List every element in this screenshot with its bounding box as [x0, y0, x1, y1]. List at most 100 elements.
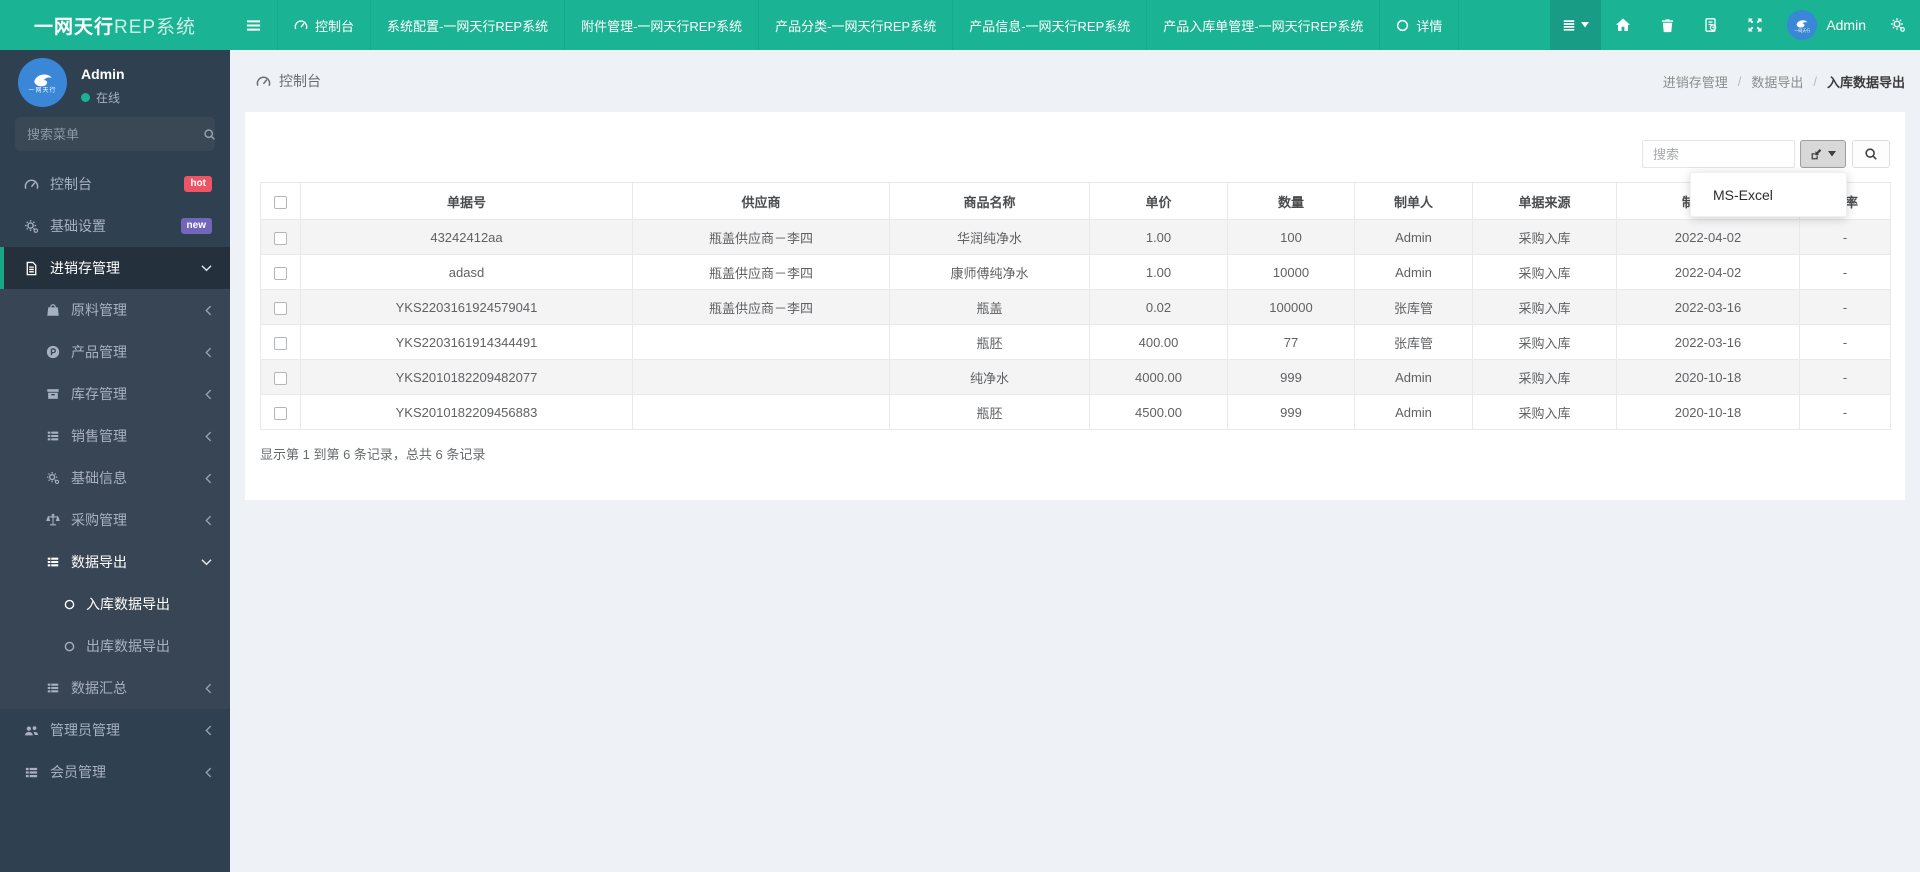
cell-order-no: YKS2203161924579041: [300, 289, 633, 325]
refresh-icon-button[interactable]: [1689, 0, 1733, 50]
table-search-button[interactable]: [1852, 140, 1890, 168]
sidebar-item-purchasing-mgmt[interactable]: 采购管理: [0, 499, 230, 541]
table-search-input[interactable]: [1642, 140, 1795, 168]
sidebar-item-sales-mgmt[interactable]: 销售管理: [0, 415, 230, 457]
cell-product-name: 纯净水: [889, 359, 1090, 395]
tab-label: 详情: [1416, 18, 1443, 34]
topbar-username: Admin: [1826, 17, 1866, 33]
row-checkbox[interactable]: [274, 266, 287, 280]
cell-tax-rate: -: [1799, 394, 1891, 430]
row-checkbox[interactable]: [274, 406, 287, 420]
sidebar-item-product-mgmt[interactable]: 产品管理: [0, 331, 230, 373]
tab-system-config[interactable]: 系统配置-一网天行REP系统: [371, 0, 566, 50]
tab-product-info[interactable]: 产品信息-一网天行REP系统: [953, 0, 1148, 50]
row-checkbox[interactable]: [274, 336, 287, 350]
sidebar-item-label: 进销存管理: [50, 260, 120, 276]
chevron-left-icon: [205, 473, 212, 484]
list-icon: [1562, 18, 1576, 32]
cell-product-name: 华润纯净水: [889, 219, 1090, 255]
table-row[interactable]: YKS2203161924579041 瓶盖供应商－李四 瓶盖 0.02 100…: [260, 289, 1891, 325]
content-panel: MS-Excel 单据号 供应商 商品名称 单价 数量 制单人 单据来源 制单日…: [245, 112, 1905, 500]
export-button[interactable]: [1800, 140, 1846, 168]
sidebar-item-basic-settings[interactable]: 基础设置 new: [0, 205, 230, 247]
online-status-label: 在线: [96, 91, 121, 105]
sidebar-item-label: 销售管理: [71, 428, 127, 444]
menu-toggle-button[interactable]: [230, 0, 278, 50]
chevron-down-icon: [201, 264, 212, 272]
cell-order-source: 采购入库: [1472, 359, 1617, 395]
sidebar-item-outbound-data-export[interactable]: 出库数据导出: [0, 625, 230, 667]
sidebar-item-label: 数据导出: [71, 554, 127, 570]
cell-order-date: 2020-10-18: [1616, 359, 1800, 395]
brand-logo[interactable]: 一网天行 REP系统: [0, 0, 230, 50]
tab-inbound-orders[interactable]: 产品入库单管理-一网天行REP系统: [1147, 0, 1381, 50]
cell-tax-rate: -: [1799, 289, 1891, 325]
sidebar-item-stock-mgmt[interactable]: 库存管理: [0, 373, 230, 415]
tab-attachments[interactable]: 附件管理-一网天行REP系统: [565, 0, 760, 50]
search-icon[interactable]: [203, 128, 216, 141]
cell-creator: 张库管: [1354, 324, 1473, 360]
row-checkbox[interactable]: [274, 301, 287, 315]
cell-order-no: YKS2203161914344491: [300, 324, 633, 360]
fullscreen-icon-button[interactable]: [1733, 0, 1777, 50]
cell-quantity: 999: [1227, 359, 1355, 395]
cogs-icon: [46, 471, 60, 485]
select-all-checkbox[interactable]: [274, 195, 287, 209]
cell-order-no: YKS2010182209482077: [300, 359, 633, 395]
top-navbar: 一网天行 REP系统 控制台 系统配置-一网天行REP系统 附件管理-一网天行RE…: [0, 0, 1920, 50]
dashboard-icon: [256, 74, 271, 89]
tab-product-category[interactable]: 产品分类-一网天行REP系统: [759, 0, 954, 50]
chevron-left-icon: [205, 767, 212, 778]
tab-console[interactable]: 控制台: [278, 0, 372, 50]
col-header-quantity: 数量: [1227, 182, 1355, 220]
col-header-product-name: 商品名称: [889, 182, 1090, 220]
sidebar-item-inbound-data-export[interactable]: 入库数据导出: [0, 583, 230, 625]
trash-icon-button[interactable]: [1645, 0, 1689, 50]
cell-quantity: 100000: [1227, 289, 1355, 325]
menu-search-input[interactable]: [27, 126, 203, 142]
archive-box-icon: [46, 387, 60, 401]
cell-tax-rate: -: [1799, 359, 1891, 395]
table-row[interactable]: 43242412aa 瓶盖供应商－李四 华润纯净水 1.00 100 Admin…: [260, 219, 1891, 255]
sidebar-item-admin-mgmt[interactable]: 管理员管理: [0, 709, 230, 751]
sidebar-item-inventory-mgmt[interactable]: 进销存管理: [0, 247, 230, 289]
caret-down-icon: [1828, 151, 1836, 157]
export-option-ms-excel[interactable]: MS-Excel: [1713, 187, 1773, 203]
sidebar-item-console[interactable]: 控制台 hot: [0, 163, 230, 205]
breadcrumb-link[interactable]: 数据导出: [1751, 72, 1803, 91]
table-row[interactable]: YKS2010182209456883 瓶胚 4500.00 999 Admin…: [260, 394, 1891, 430]
cell-order-source: 采购入库: [1472, 394, 1617, 430]
window-list-button[interactable]: [1550, 0, 1602, 50]
table-row[interactable]: YKS2010182209482077 纯净水 4000.00 999 Admi…: [260, 359, 1891, 395]
settings-icon-button[interactable]: [1876, 0, 1920, 50]
table-row[interactable]: YKS2203161914344491 瓶胚 400.00 77 张库管 采购入…: [260, 324, 1891, 360]
sidebar-item-basic-info[interactable]: 基础信息: [0, 457, 230, 499]
row-checkbox[interactable]: [274, 231, 287, 245]
chevron-left-icon: [205, 431, 212, 442]
chevron-left-icon: [205, 683, 212, 694]
inventory-submenu: 原料管理 产品管理 库存管理 销售管理 基础信息 采购管理 数据导出 入库数据导…: [0, 289, 230, 709]
breadcrumb-link[interactable]: 进销存管理: [1663, 72, 1728, 91]
breadcrumb-page[interactable]: 控制台: [256, 71, 321, 91]
tab-label: 产品分类-一网天行REP系统: [775, 18, 937, 34]
cell-order-date: 2022-03-16: [1616, 289, 1800, 325]
sidebar-profile[interactable]: 一网天行 Admin 在线: [0, 50, 230, 107]
sidebar-item-data-summary[interactable]: 数据汇总: [0, 667, 230, 709]
row-checkbox[interactable]: [274, 371, 287, 385]
cell-creator: 张库管: [1354, 289, 1473, 325]
cell-supplier: [632, 324, 890, 360]
table-header-row: 单据号 供应商 商品名称 单价 数量 制单人 单据来源 制单日期 税率: [260, 182, 1891, 220]
tab-details[interactable]: 详情: [1380, 0, 1460, 50]
sidebar-item-member-mgmt[interactable]: 会员管理: [0, 751, 230, 793]
sidebar-item-label: 管理员管理: [50, 722, 120, 738]
sidebar-item-data-export[interactable]: 数据导出: [0, 541, 230, 583]
cell-supplier: [632, 394, 890, 430]
topbar-user-menu[interactable]: 一网天行 Admin: [1777, 0, 1876, 50]
dashboard-icon: [294, 18, 308, 32]
cell-creator: Admin: [1354, 394, 1473, 430]
cell-tax-rate: -: [1799, 324, 1891, 360]
th-list-icon: [46, 681, 60, 695]
sidebar-item-raw-materials[interactable]: 原料管理: [0, 289, 230, 331]
home-icon-button[interactable]: [1601, 0, 1645, 50]
table-row[interactable]: adasd 瓶盖供应商－李四 康师傅纯净水 1.00 10000 Admin 采…: [260, 254, 1891, 290]
